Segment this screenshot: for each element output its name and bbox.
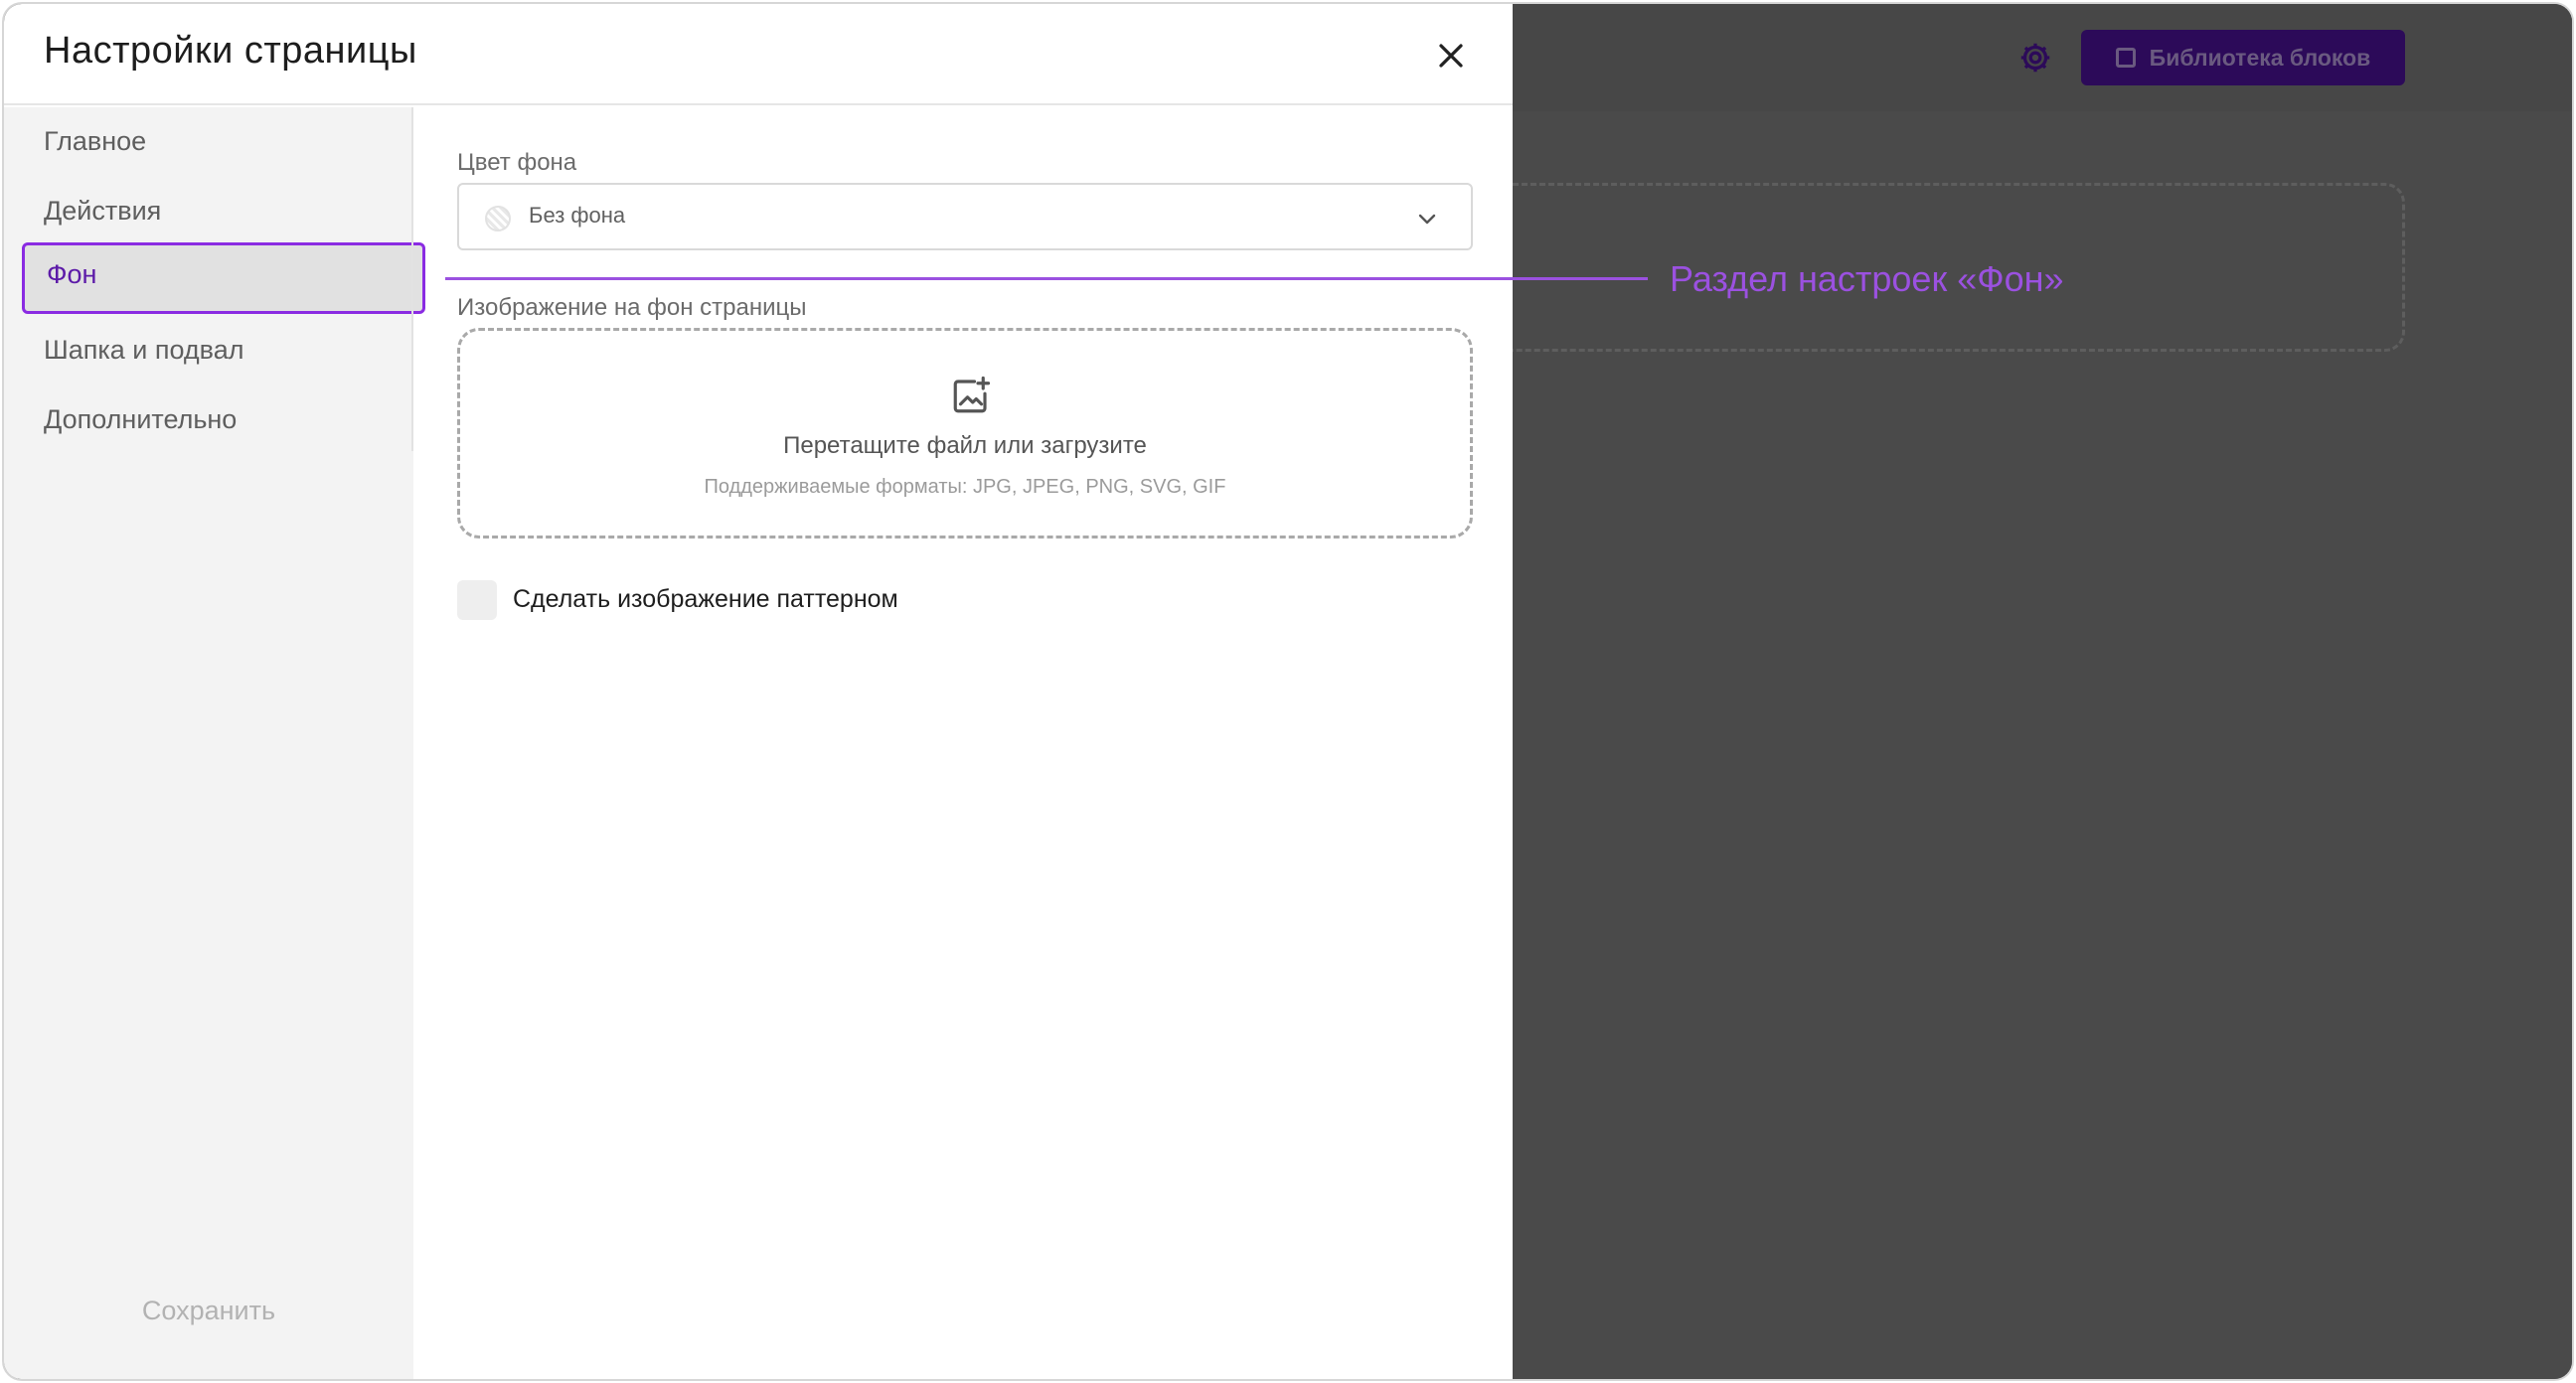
bg-image-label: Изображение на фон страницы (457, 294, 807, 321)
dropzone-formats: Поддерживаемые форматы: JPG, JPEG, PNG, … (704, 476, 1226, 498)
block-library-button[interactable]: Библиотека блоков (2081, 30, 2405, 85)
modal-header: Настройки страницы (4, 4, 1513, 105)
modal-title: Настройки страницы (44, 30, 417, 72)
sidebar-item-background[interactable]: Фон (22, 242, 425, 314)
close-button[interactable] (1429, 34, 1473, 77)
bg-color-label: Цвет фона (457, 149, 577, 176)
close-icon (1439, 44, 1463, 68)
save-button[interactable]: Сохранить (4, 1296, 413, 1335)
settings-sidebar: Главное Действия Фон Шапка и подвал Допо… (4, 107, 425, 1379)
sidebar-item-advanced[interactable]: Дополнительно (44, 399, 237, 439)
background-settings-panel: Цвет фона Без фона Изображение на фон ст… (413, 107, 1513, 1379)
annotation-line (445, 277, 1648, 280)
pattern-checkbox[interactable] (457, 580, 497, 620)
chevron-down-icon (1418, 214, 1436, 225)
sidebar-item-label: Фон (47, 259, 97, 289)
block-library-label: Библиотека блоков (2149, 44, 2371, 71)
screenshot-frame: Библиотека блоков Настройки страницы Гла… (2, 2, 2574, 1381)
bg-color-select[interactable]: Без фона (457, 183, 1473, 250)
pattern-checkbox-label[interactable]: Сделать изображение паттерном (513, 585, 898, 614)
annotation-text: Раздел настроек «Фон» (1670, 258, 2064, 299)
add-image-icon (953, 376, 991, 413)
no-color-swatch-icon (485, 206, 511, 231)
sidebar-item-actions[interactable]: Действия (44, 191, 161, 230)
sidebar-item-main[interactable]: Главное (44, 121, 146, 161)
gear-icon[interactable] (2015, 38, 2055, 77)
page-settings-modal: Настройки страницы Главное Действия Фон … (4, 4, 1513, 1379)
sidebar-item-header-footer[interactable]: Шапка и подвал (44, 330, 244, 370)
image-upload-dropzone[interactable]: Перетащите файл или загрузите Поддержива… (457, 328, 1473, 538)
bg-color-value: Без фона (529, 203, 626, 228)
image-icon (2115, 48, 2136, 68)
dropzone-title: Перетащите файл или загрузите (783, 432, 1147, 459)
